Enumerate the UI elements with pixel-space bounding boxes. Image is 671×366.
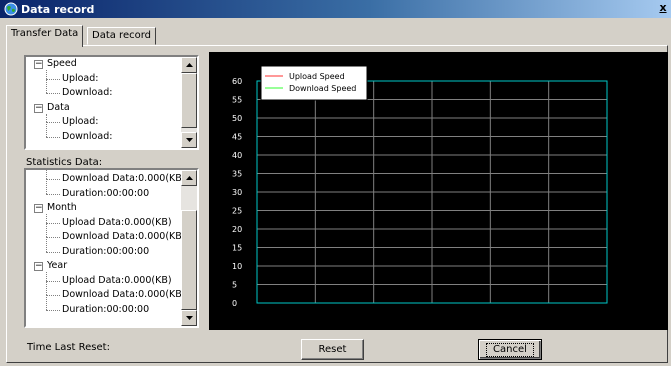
statistics-tree-scrollbar[interactable] (181, 170, 197, 326)
legend-entry: Download Speed (289, 84, 356, 93)
tree-node-parent[interactable]: Data (47, 101, 70, 115)
cancel-button-label: Cancel (486, 343, 534, 357)
arrow-up-icon (185, 63, 193, 67)
tree-node-child[interactable]: Download Data:0.000(KB) (62, 172, 181, 186)
tree-connector (46, 113, 47, 122)
scroll-down-button[interactable] (181, 310, 197, 326)
tree-node-parent[interactable]: Speed (47, 57, 77, 71)
y-tick-label: 20 (232, 225, 242, 234)
statistics-label: Statistics Data: (26, 157, 103, 168)
window-titlebar: Data record x (0, 0, 671, 18)
tree-connector (46, 295, 47, 310)
legend-entry: Upload Speed (289, 72, 345, 81)
tree-node-child[interactable]: Download Data:0.000(KB) (62, 230, 181, 244)
speed-tree-content: − Speed Upload: Download: − Data Upload: Downlo… (26, 57, 181, 148)
scroll-up-button[interactable] (181, 57, 197, 73)
arrow-up-icon (185, 176, 193, 180)
speed-tree-scrollbar[interactable] (181, 57, 197, 148)
tree-node-child[interactable]: Download Data:0.000(KB) (62, 288, 181, 302)
scroll-up-button[interactable] (181, 170, 197, 186)
scroll-thumb[interactable] (181, 210, 197, 310)
y-tick-label: 55 (232, 96, 242, 105)
tab-data-record[interactable]: Data record (87, 27, 156, 45)
collapse-toggle-icon[interactable]: − (34, 262, 43, 271)
tree-connector (46, 237, 60, 238)
tree-connector (46, 136, 60, 138)
y-tick-label: 45 (232, 133, 242, 142)
tree-connector (46, 179, 60, 180)
tree-node-child[interactable]: Duration:00:00:00 (62, 187, 149, 201)
collapse-toggle-icon[interactable]: − (34, 204, 43, 213)
reset-button[interactable]: Reset (301, 339, 364, 360)
tree-node-parent[interactable]: Month (47, 201, 77, 215)
close-button[interactable]: x (656, 1, 670, 15)
statistics-tree[interactable]: Download Data:0.000(KB) Duration:00:00:00… (24, 168, 199, 328)
window-title: Data record (21, 2, 95, 16)
tree-connector (46, 193, 60, 195)
tree-connector (46, 78, 60, 80)
arrow-down-icon (185, 138, 193, 142)
tree-connector (46, 70, 47, 79)
tree-connector (46, 280, 47, 295)
speed-chart-svg: 0 5 10 15 20 25 30 35 40 45 50 55 60 Upload Speed Down… (232, 65, 608, 308)
reset-button-label: Reset (318, 344, 347, 355)
tree-connector (46, 170, 47, 179)
y-tick-label: 15 (232, 244, 242, 253)
tree-connector (46, 272, 47, 281)
y-tick-label: 25 (232, 207, 242, 216)
tree-connector (46, 93, 60, 94)
y-tick-label: 10 (232, 262, 242, 271)
y-tick-label: 35 (232, 170, 242, 179)
speed-tree[interactable]: − Speed Upload: Download: − Data Upload: Downlo… (24, 55, 199, 150)
tree-node-child[interactable]: Duration:00:00:00 (62, 303, 149, 317)
scroll-down-button[interactable] (181, 132, 197, 148)
arrow-down-icon (185, 316, 193, 320)
collapse-toggle-icon[interactable]: − (34, 103, 43, 113)
y-tick-label: 50 (232, 114, 242, 123)
tree-connector (46, 295, 60, 296)
tree-connector (46, 122, 60, 123)
statistics-tree-content: Download Data:0.000(KB) Duration:00:00:00… (26, 170, 181, 326)
collapse-toggle-icon[interactable]: − (34, 60, 43, 69)
speed-chart: 0 5 10 15 20 25 30 35 40 45 50 55 60 Upload Speed Down… (209, 52, 668, 330)
globe-icon (4, 2, 18, 16)
tree-node-parent[interactable]: Year (47, 259, 67, 273)
tree-connector (46, 222, 60, 224)
tab-strip: Transfer Data Data record (6, 25, 666, 47)
tree-connector (46, 309, 60, 311)
y-tick-label: 5 (232, 281, 237, 290)
tree-node-child[interactable]: Download: (62, 86, 112, 100)
tree-node-child[interactable]: Upload: (62, 115, 99, 129)
tree-connector (46, 280, 60, 282)
tree-connector (46, 237, 47, 252)
tree-connector (46, 78, 47, 93)
y-tick-label: 30 (232, 188, 242, 197)
tree-connector (46, 179, 47, 194)
tree-connector (46, 251, 60, 253)
tree-connector (46, 222, 47, 237)
cancel-button[interactable]: Cancel (478, 339, 542, 360)
scroll-thumb[interactable] (181, 73, 197, 128)
tree-node-child[interactable]: Upload: (62, 72, 99, 86)
tree-node-child[interactable]: Upload Data:0.000(KB) (62, 274, 172, 288)
tree-node-child[interactable]: Upload Data:0.000(KB) (62, 216, 172, 230)
time-last-reset-label: Time Last Reset: (27, 342, 110, 353)
y-tick-label: 0 (232, 299, 237, 308)
y-tick-label: 60 (232, 77, 242, 86)
tree-node-child[interactable]: Download: (62, 130, 112, 144)
tree-node-child[interactable]: Duration:00:00:00 (62, 245, 149, 259)
tree-connector (46, 214, 47, 223)
tree-connector (46, 122, 47, 137)
y-tick-label: 40 (232, 151, 242, 160)
tab-transfer-data[interactable]: Transfer Data (6, 25, 84, 47)
